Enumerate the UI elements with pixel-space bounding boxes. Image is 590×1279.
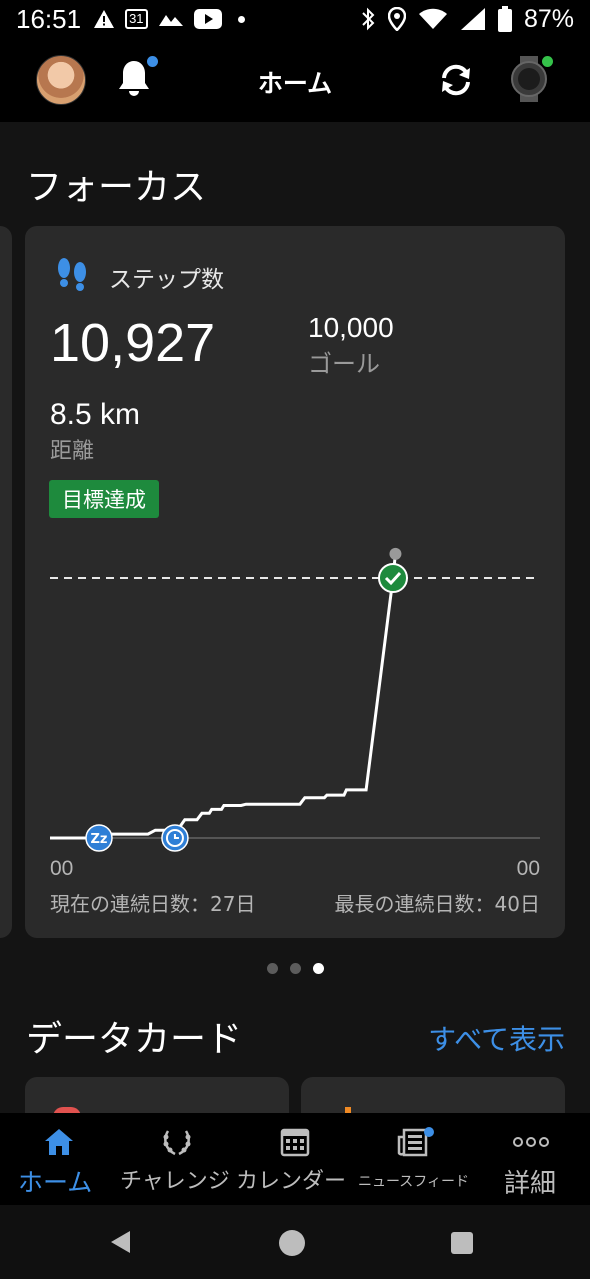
- mountain-icon: [158, 15, 183, 26]
- distance-value: 8.5 km: [50, 398, 141, 431]
- goal-label: ゴール: [308, 350, 380, 378]
- recents-icon[interactable]: [450, 1231, 474, 1255]
- datacards-section-title: データカード: [26, 1019, 243, 1060]
- x-axis-end-label: 00: [516, 857, 540, 880]
- laurel-icon: [163, 1130, 191, 1156]
- pager-dot[interactable]: [312, 963, 324, 974]
- newsfeed-badge-dot: [424, 1127, 434, 1137]
- steps-line: [50, 553, 397, 840]
- sync-icon[interactable]: [436, 60, 476, 100]
- steps-count: 10,927: [50, 313, 216, 373]
- card-pager[interactable]: [0, 963, 590, 974]
- battery-percent: 87%: [523, 4, 574, 33]
- current-streak: 現在の連続日数：27日: [50, 892, 256, 916]
- goal-achieved-badge: 目標達成: [49, 480, 159, 518]
- back-icon[interactable]: [108, 1229, 134, 1255]
- nav-challenges[interactable]: チャレンジ: [118, 1113, 236, 1205]
- see-all-link[interactable]: すべて表示: [428, 1018, 565, 1058]
- nav-newsfeed[interactable]: ニュースフィード: [354, 1113, 472, 1205]
- system-icons: 87%: [360, 5, 574, 34]
- nav-label: チャレンジ: [120, 1169, 230, 1194]
- nav-more[interactable]: 詳細: [472, 1113, 590, 1205]
- sleep-icon: Zz: [91, 832, 108, 847]
- app-header: ホーム: [0, 38, 590, 122]
- status-time: 16:51: [16, 3, 82, 34]
- longest-streak: 最長の連続日数：40日: [334, 892, 540, 916]
- status-bar: 16:51 31 87%: [0, 0, 590, 38]
- pager-dot[interactable]: [289, 963, 301, 974]
- calendar-icon: [280, 1128, 310, 1157]
- distance-label: 距離: [50, 439, 95, 464]
- bluetooth-icon: [362, 7, 375, 31]
- battery-icon: [497, 6, 512, 32]
- location-icon: [387, 7, 406, 31]
- goal-reached-marker: [378, 563, 408, 593]
- card-title: ステップ数: [109, 267, 224, 293]
- previous-card-edge[interactable]: [0, 226, 12, 938]
- x-axis-start-label: 00: [50, 857, 74, 880]
- nav-home[interactable]: ホーム: [0, 1113, 118, 1205]
- device-connected-dot: [542, 56, 553, 67]
- notification-icons: 31: [93, 9, 245, 29]
- youtube-icon: [193, 9, 222, 29]
- steps-card[interactable]: ステップ数 10,927 10,000 ゴール 8.5 km 距離 目標達成 Z…: [25, 226, 565, 938]
- footsteps-icon: [58, 258, 86, 291]
- dot-icon: [237, 15, 245, 23]
- nav-label: 詳細: [504, 1169, 557, 1199]
- system-navigation-bar: [0, 1205, 590, 1279]
- calendar-status-icon: 31: [125, 9, 148, 29]
- pager-dot[interactable]: [266, 963, 278, 974]
- more-icon: [513, 1137, 549, 1147]
- nav-calendar[interactable]: カレンダー: [236, 1113, 354, 1205]
- signal-icon: [460, 8, 485, 30]
- goal-value: 10,000: [308, 312, 394, 343]
- current-steps-point: [389, 547, 402, 560]
- warning-icon: [94, 10, 115, 28]
- nav-label: ニュースフィード: [358, 1174, 470, 1190]
- wifi-icon: [418, 8, 447, 29]
- nav-label: ホーム: [18, 1168, 93, 1197]
- bottom-nav: ホーム チャレンジ カレンダー ニュースフィード 詳細: [0, 1113, 590, 1205]
- page-title: ホーム: [257, 69, 333, 98]
- steps-chart: Zz: [50, 547, 540, 852]
- home-button-icon[interactable]: [278, 1229, 306, 1257]
- nav-label: カレンダー: [236, 1169, 347, 1194]
- home-icon: [45, 1129, 73, 1155]
- focus-section-title: フォーカス: [26, 167, 207, 208]
